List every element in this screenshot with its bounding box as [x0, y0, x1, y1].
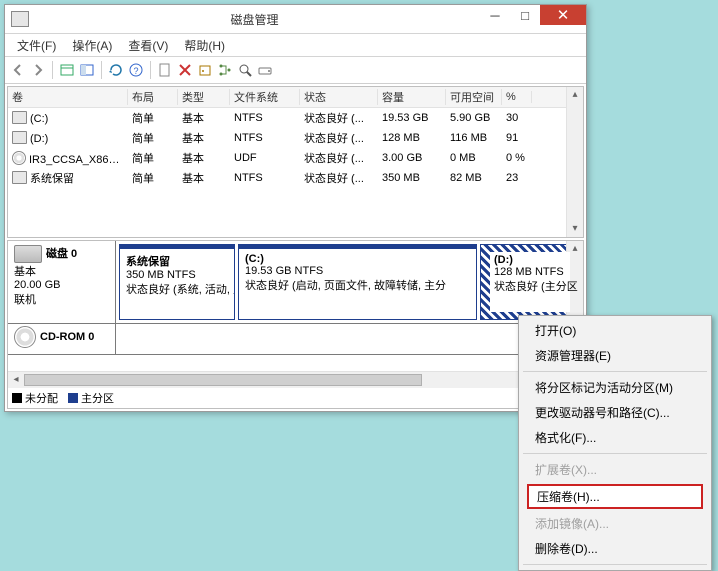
close-button[interactable]: ✕ — [540, 5, 586, 25]
partition-c[interactable]: (C:) 19.53 GB NTFS 状态良好 (启动, 页面文件, 故障转储,… — [238, 244, 477, 320]
scroll-down-icon[interactable]: ▾ — [567, 221, 583, 237]
scroll-thumb[interactable] — [24, 374, 422, 386]
partition-title: (D:) — [494, 254, 513, 266]
table-row[interactable]: (D:)简单基本NTFS状态良好 (...128 MB116 MB91 — [8, 128, 583, 148]
cdrom-icon — [14, 326, 36, 348]
legend: 未分配 主分区 — [8, 388, 583, 408]
ctx-delete[interactable]: 删除卷(D)... — [521, 536, 709, 561]
partition-d[interactable]: (D:) 128 MB NTFS 状态良好 (主分区 — [480, 244, 580, 320]
table-header: 卷 布局 类型 文件系统 状态 容量 可用空间 % — [8, 87, 583, 108]
ctx-open[interactable]: 打开(O) — [521, 318, 709, 343]
maximize-button[interactable]: □ — [510, 5, 540, 25]
partition-status: 状态良好 (系统, 活动, 主 — [126, 284, 235, 296]
cdrom-name: CD-ROM 0 — [40, 331, 94, 343]
col-volume[interactable]: 卷 — [8, 89, 128, 105]
disk-head[interactable]: 磁盘 0 基本 20.00 GB 联机 — [8, 241, 116, 323]
volume-icon — [12, 131, 27, 144]
doc-icon[interactable] — [156, 61, 174, 79]
partition-status: 状态良好 (启动, 页面文件, 故障转储, 主分 — [245, 280, 446, 292]
window-title: 磁盘管理 — [29, 11, 480, 28]
partition-size: 350 MB NTFS — [126, 269, 196, 281]
context-menu: 打开(O) 资源管理器(E) 将分区标记为活动分区(M) 更改驱动器号和路径(C… — [518, 315, 712, 571]
delete-icon[interactable] — [176, 61, 194, 79]
legend-unallocated-label: 未分配 — [25, 393, 58, 405]
view-icon[interactable] — [58, 61, 76, 79]
volume-icon — [12, 111, 27, 124]
disk-management-window: 磁盘管理 ─ □ ✕ 文件(F) 操作(A) 查看(V) 帮助(H) ? 卷 — [4, 4, 587, 412]
properties-icon[interactable] — [196, 61, 214, 79]
cdrom-head[interactable]: CD-ROM 0 — [8, 324, 116, 354]
bottom-scrollbar-h[interactable]: ◂ ▸ — [8, 371, 583, 388]
minimize-button[interactable]: ─ — [480, 5, 510, 25]
col-filesystem[interactable]: 文件系统 — [230, 89, 300, 105]
legend-primary-icon — [68, 393, 78, 403]
table-row[interactable]: IR3_CCSA_X86FR...简单基本UDF状态良好 (...3.00 GB… — [8, 148, 583, 168]
menu-action[interactable]: 操作(A) — [64, 35, 120, 56]
svg-text:?: ? — [133, 66, 138, 76]
scroll-left-icon[interactable]: ◂ — [8, 372, 24, 388]
back-icon[interactable] — [9, 61, 27, 79]
search-icon[interactable] — [236, 61, 254, 79]
menubar: 文件(F) 操作(A) 查看(V) 帮助(H) — [5, 34, 586, 57]
disk-type: 基本 — [14, 263, 109, 279]
disk-name: 磁盘 0 — [46, 248, 77, 260]
menu-view[interactable]: 查看(V) — [120, 35, 176, 56]
volume-icon — [12, 171, 27, 184]
disk-icon — [14, 245, 42, 263]
table-row[interactable]: 系统保留简单基本NTFS状态良好 (...350 MB82 MB23 — [8, 168, 583, 188]
cdrom-row: CD-ROM 0 — [8, 324, 583, 355]
toolbar: ? — [5, 57, 586, 84]
disk-status: 联机 — [14, 291, 109, 307]
console-icon[interactable] — [78, 61, 96, 79]
partition-title: (C:) — [245, 253, 264, 265]
ctx-explorer[interactable]: 资源管理器(E) — [521, 343, 709, 368]
titlebar[interactable]: 磁盘管理 ─ □ ✕ — [5, 5, 586, 34]
col-layout[interactable]: 布局 — [128, 89, 178, 105]
col-status[interactable]: 状态 — [300, 89, 378, 105]
table-row[interactable]: (C:)简单基本NTFS状态良好 (...19.53 GB5.90 GB30 — [8, 108, 583, 128]
col-free[interactable]: 可用空间 — [446, 89, 502, 105]
partition-system-reserved[interactable]: 系统保留 350 MB NTFS 状态良好 (系统, 活动, 主 — [119, 244, 235, 320]
ctx-change-letter[interactable]: 更改驱动器号和路径(C)... — [521, 400, 709, 425]
content: 卷 布局 类型 文件系统 状态 容量 可用空间 % (C:)简单基本NTFS状态… — [5, 84, 586, 411]
partition-status: 状态良好 (主分区 — [494, 281, 578, 293]
help-icon[interactable]: ? — [127, 61, 145, 79]
ctx-format[interactable]: 格式化(F)... — [521, 425, 709, 450]
ctx-add-mirror: 添加镜像(A)... — [521, 511, 709, 536]
top-pane-scrollbar[interactable]: ▴ ▾ — [566, 87, 583, 237]
ctx-extend: 扩展卷(X)... — [521, 457, 709, 482]
cd-icon — [12, 151, 26, 165]
menu-help[interactable]: 帮助(H) — [176, 35, 233, 56]
partition-size: 19.53 GB NTFS — [245, 265, 323, 277]
legend-primary-label: 主分区 — [81, 393, 114, 405]
legend-unallocated-icon — [12, 393, 22, 403]
ctx-shrink[interactable]: 压缩卷(H)... — [527, 484, 703, 509]
menu-file[interactable]: 文件(F) — [9, 35, 64, 56]
disk-size: 20.00 GB — [14, 279, 109, 291]
partition-title: 系统保留 — [126, 256, 170, 268]
col-capacity[interactable]: 容量 — [378, 89, 446, 105]
ctx-mark-active[interactable]: 将分区标记为活动分区(M) — [521, 375, 709, 400]
col-percent[interactable]: % — [502, 91, 532, 103]
app-icon — [11, 11, 29, 27]
partition-size: 128 MB NTFS — [494, 266, 564, 278]
forward-icon[interactable] — [29, 61, 47, 79]
graphical-view-pane: 磁盘 0 基本 20.00 GB 联机 系统保留 350 MB NTFS 状态良… — [7, 240, 584, 409]
drive-icon[interactable] — [256, 61, 274, 79]
refresh-icon[interactable] — [107, 61, 125, 79]
col-type[interactable]: 类型 — [178, 89, 230, 105]
tree-icon[interactable] — [216, 61, 234, 79]
volume-list-pane: 卷 布局 类型 文件系统 状态 容量 可用空间 % (C:)简单基本NTFS状态… — [7, 86, 584, 238]
disk-row: 磁盘 0 基本 20.00 GB 联机 系统保留 350 MB NTFS 状态良… — [8, 241, 583, 324]
scroll-up-icon[interactable]: ▴ — [567, 87, 583, 103]
